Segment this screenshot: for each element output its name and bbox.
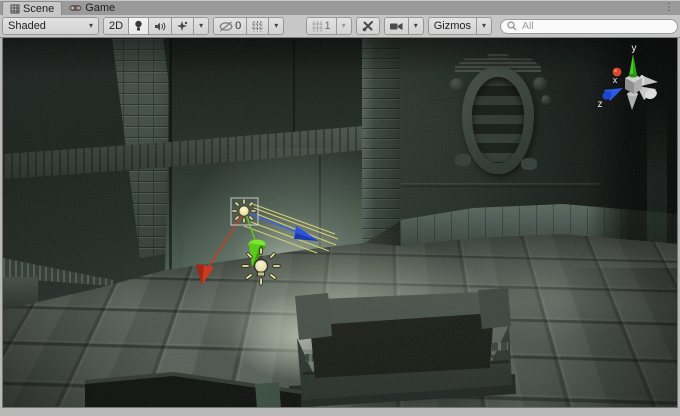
tab-game-label: Game <box>85 2 115 14</box>
wrench-icon <box>362 20 374 32</box>
gizmos-button[interactable]: Gizmos <box>428 17 477 35</box>
search-input[interactable] <box>520 19 671 33</box>
kebab-menu-icon[interactable]: ⋮ <box>664 4 674 12</box>
chevron-down-icon: ▾ <box>482 22 486 30</box>
axis-z-cone <box>601 88 623 101</box>
video-camera-icon <box>390 22 403 31</box>
axis-z-label: z <box>598 99 603 110</box>
grid-icon <box>252 21 263 32</box>
editor-tools-button[interactable] <box>356 17 380 35</box>
chevron-down-icon: ▾ <box>89 22 93 30</box>
camera-overlay-count: 1 <box>325 20 331 32</box>
hidden-objects-count: 0 <box>235 20 241 32</box>
speaker-icon <box>154 21 166 32</box>
gizmos-label: Gizmos <box>434 20 471 32</box>
grid-visibility-toggle[interactable] <box>247 17 269 35</box>
scene-camera-button[interactable] <box>384 17 409 35</box>
gamepad-icon <box>69 4 82 12</box>
chevron-down-icon: ▾ <box>342 22 346 30</box>
scene-orientation-gizmo[interactable]: y x z <box>598 43 659 110</box>
scene-camera-dropdown[interactable]: ▾ <box>409 17 424 35</box>
lightbulb-icon <box>134 20 143 32</box>
shading-mode-dropdown[interactable]: Shaded ▾ <box>2 17 99 35</box>
axis-y-cone <box>629 54 637 78</box>
directional-light-gizmo <box>231 198 258 225</box>
camera-preview-toggle[interactable]: 1 <box>306 17 337 35</box>
axis-cone-gray-down <box>627 92 638 110</box>
scene-toolbar: Shaded ▾ 2D ▾ 0 ▾ <box>0 15 680 38</box>
axis-cone-gray-right <box>639 75 658 86</box>
gizmo-overlay: y x z <box>3 38 678 408</box>
gizmos-dropdown[interactable]: ▾ <box>477 17 492 35</box>
chevron-down-icon: ▾ <box>199 22 203 30</box>
eye-slash-icon <box>219 21 233 32</box>
axis-y-label: y <box>632 43 637 54</box>
effects-icon <box>177 21 188 32</box>
shading-mode-label: Shaded <box>8 20 46 32</box>
tab-scene-label: Scene <box>23 3 54 15</box>
point-light-gizmo <box>243 249 279 284</box>
camera-preview-dropdown[interactable]: ▾ <box>337 17 352 35</box>
scene-lighting-toggle[interactable] <box>129 17 149 35</box>
unity-scene-window: Scene Game ⋮ Shaded ▾ 2D ▾ <box>0 0 680 416</box>
scene-grid-icon <box>10 4 20 14</box>
effects-dropdown[interactable]: ▾ <box>194 17 209 35</box>
grid-faded-icon <box>312 21 323 32</box>
scene-viewport[interactable]: y x z <box>2 38 678 408</box>
search-icon <box>507 21 517 31</box>
grid-dropdown[interactable]: ▾ <box>269 17 284 35</box>
toggle-2d-label: 2D <box>109 20 123 32</box>
chevron-down-icon: ▾ <box>274 22 278 30</box>
search-field[interactable] <box>500 19 678 34</box>
translate-arrow-blue <box>248 213 319 241</box>
effects-toggle[interactable] <box>172 17 194 35</box>
chevron-down-icon: ▾ <box>414 22 418 30</box>
tab-bar: Scene Game ⋮ <box>0 0 680 15</box>
tab-scene[interactable]: Scene <box>2 1 62 15</box>
tab-game[interactable]: Game <box>62 1 122 15</box>
scene-visibility-toggle[interactable]: 0 <box>213 17 247 35</box>
translate-arrow-green <box>246 214 266 267</box>
scene-audio-toggle[interactable] <box>149 17 172 35</box>
axis-x-label: x <box>613 75 618 85</box>
toggle-2d-button[interactable]: 2D <box>103 17 129 35</box>
